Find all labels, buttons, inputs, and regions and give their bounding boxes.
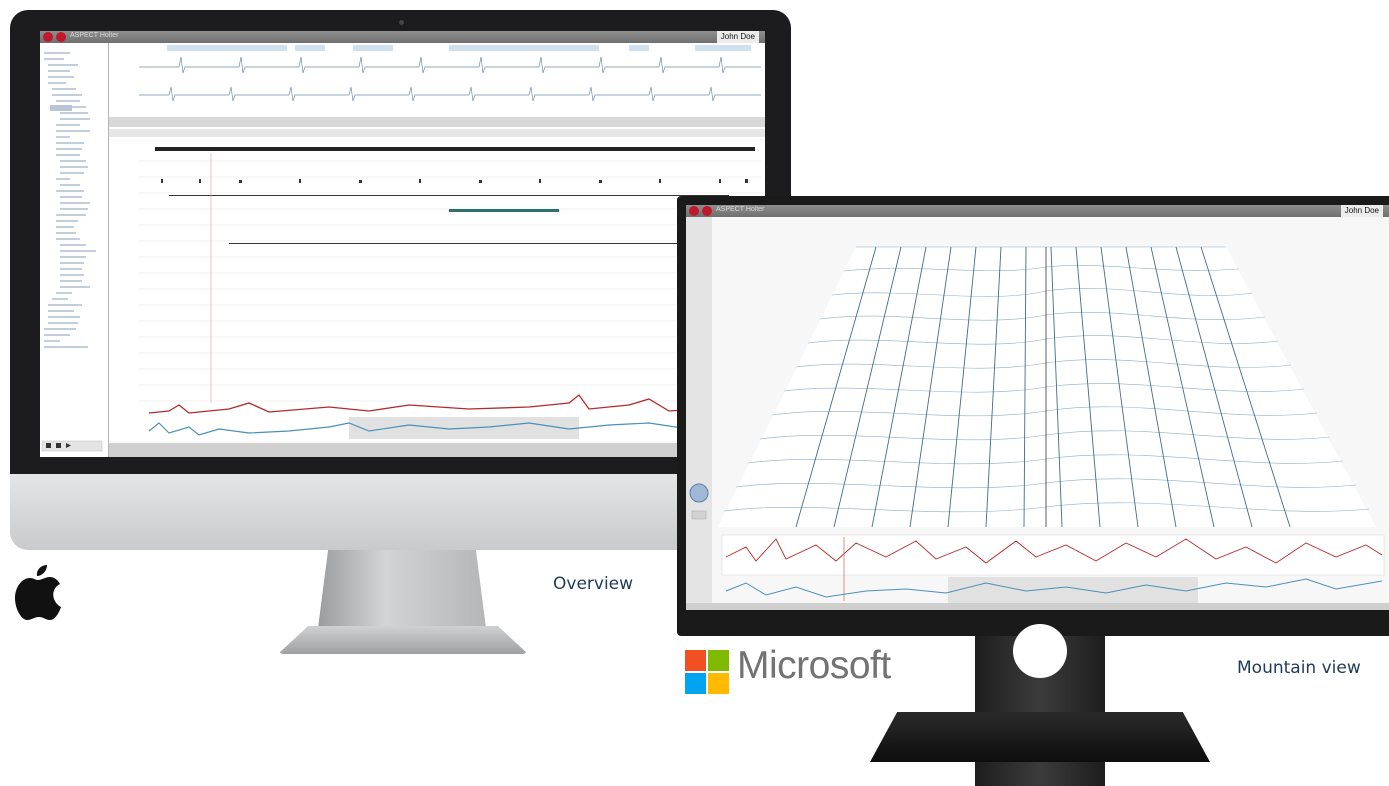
imac-camera: [399, 20, 404, 25]
ecg-overview-chart: [109, 43, 765, 457]
dell-stand-base: [870, 712, 1210, 762]
imac-chin: [10, 474, 791, 550]
dell-stand-cable-hole: [1013, 624, 1067, 678]
app-titlebar: ASPECT Holter John Doe: [686, 205, 1389, 217]
dell-screen-mountain-view: ASPECT Holter John Doe: [686, 205, 1389, 610]
app-logo-icon: [702, 206, 712, 216]
windows-logo-icon: [685, 650, 729, 694]
imac-stand-neck: [318, 550, 486, 628]
imac-stand-foot: [278, 626, 528, 654]
navigation-tree-items: [41, 52, 103, 452]
app-titlebar: ASPECT Holter John Doe: [40, 31, 765, 43]
navigation-tree[interactable]: [40, 43, 109, 457]
apple-logo-icon: [15, 565, 61, 620]
window-close-icon[interactable]: [689, 206, 699, 216]
window-close-icon[interactable]: [43, 32, 53, 42]
app-title: ASPECT Holter: [70, 32, 119, 39]
app-title: ASPECT Holter: [716, 206, 765, 213]
overview-caption: Overview: [553, 574, 634, 594]
imac-screen-overview: ASPECT Holter John Doe: [40, 31, 765, 457]
overview-panel[interactable]: [109, 43, 765, 457]
user-menu[interactable]: John Doe: [1340, 205, 1383, 217]
user-menu[interactable]: John Doe: [716, 31, 759, 43]
mountain-view-caption: Mountain view: [1237, 658, 1361, 678]
app-logo-icon: [56, 32, 66, 42]
microsoft-wordmark: Microsoft: [737, 644, 891, 687]
mountain-view-chart: [686, 217, 1389, 610]
